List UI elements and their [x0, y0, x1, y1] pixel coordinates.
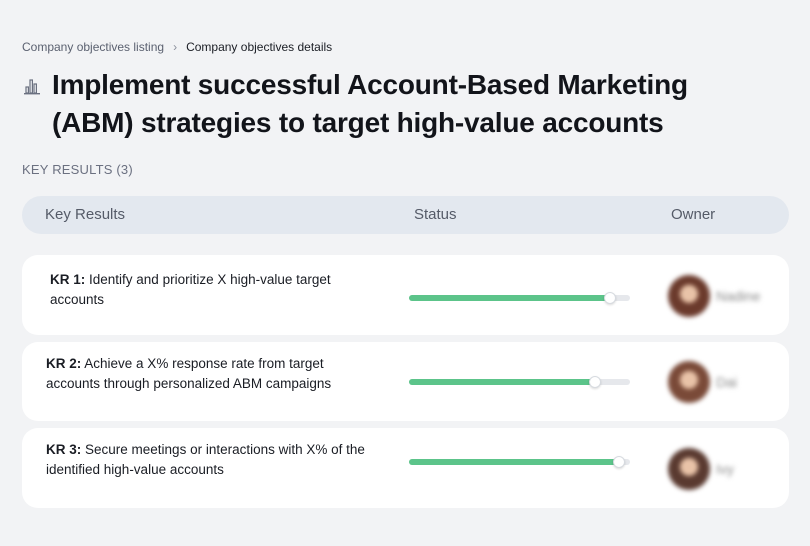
key-result-description: KR 1: Identify and prioritize X high-val… — [50, 270, 340, 310]
key-result-text: Identify and prioritize X high-value tar… — [50, 272, 331, 307]
key-result-row[interactable]: KR 1: Identify and prioritize X high-val… — [22, 255, 789, 335]
key-result-row[interactable]: KR 2: Achieve a X% response rate from ta… — [22, 342, 789, 421]
key-result-description: KR 3: Secure meetings or interactions wi… — [46, 440, 366, 480]
progress-handle[interactable] — [612, 456, 625, 468]
key-result-label: KR 3: — [46, 442, 82, 457]
page-title: Implement successful Account-Based Marke… — [52, 69, 688, 138]
avatar — [668, 448, 710, 490]
progress-fill — [409, 295, 611, 301]
progress-handle[interactable] — [604, 292, 617, 304]
chevron-right-icon: › — [173, 40, 178, 54]
progress-bar — [409, 376, 630, 388]
key-result-row[interactable]: KR 3: Secure meetings or interactions wi… — [22, 428, 789, 508]
owner-name: Nadine — [716, 288, 761, 304]
objective-header: Implement successful Account-Based Marke… — [22, 66, 742, 142]
owner-name: Dai — [716, 374, 738, 390]
breadcrumb: Company objectives listing › Company obj… — [22, 40, 332, 54]
progress-handle[interactable] — [588, 376, 601, 388]
key-result-label: KR 2: — [46, 356, 82, 371]
column-header-owner: Owner — [671, 206, 716, 223]
breadcrumb-link-objectives-listing[interactable]: Company objectives listing — [22, 40, 164, 54]
progress-fill — [409, 459, 619, 465]
breadcrumb-current: Company objectives details — [186, 40, 333, 54]
owner[interactable]: Dai — [668, 361, 737, 403]
avatar — [668, 275, 710, 317]
avatar — [668, 361, 710, 403]
key-result-description: KR 2: Achieve a X% response rate from ta… — [46, 354, 366, 394]
progress-bar — [409, 292, 630, 304]
key-result-label: KR 1: — [50, 272, 86, 287]
objective-details-page: Company objectives listing › Company obj… — [0, 0, 810, 546]
progress-fill — [409, 379, 595, 385]
owner[interactable]: Ivy — [668, 448, 734, 490]
key-result-text: Achieve a X% response rate from target a… — [46, 356, 332, 391]
owner-name: Ivy — [716, 461, 734, 477]
bar-chart-icon — [24, 79, 40, 95]
key-results-count: KEY RESULTS (3) — [22, 162, 133, 177]
progress-bar — [409, 456, 630, 468]
key-result-text: Secure meetings or interactions with X% … — [46, 442, 365, 477]
column-header-key-results: Key Results — [45, 206, 126, 223]
owner[interactable]: Nadine — [668, 275, 760, 317]
column-header-status: Status — [414, 206, 457, 223]
table-header: Key Results Status Owner — [22, 196, 789, 234]
